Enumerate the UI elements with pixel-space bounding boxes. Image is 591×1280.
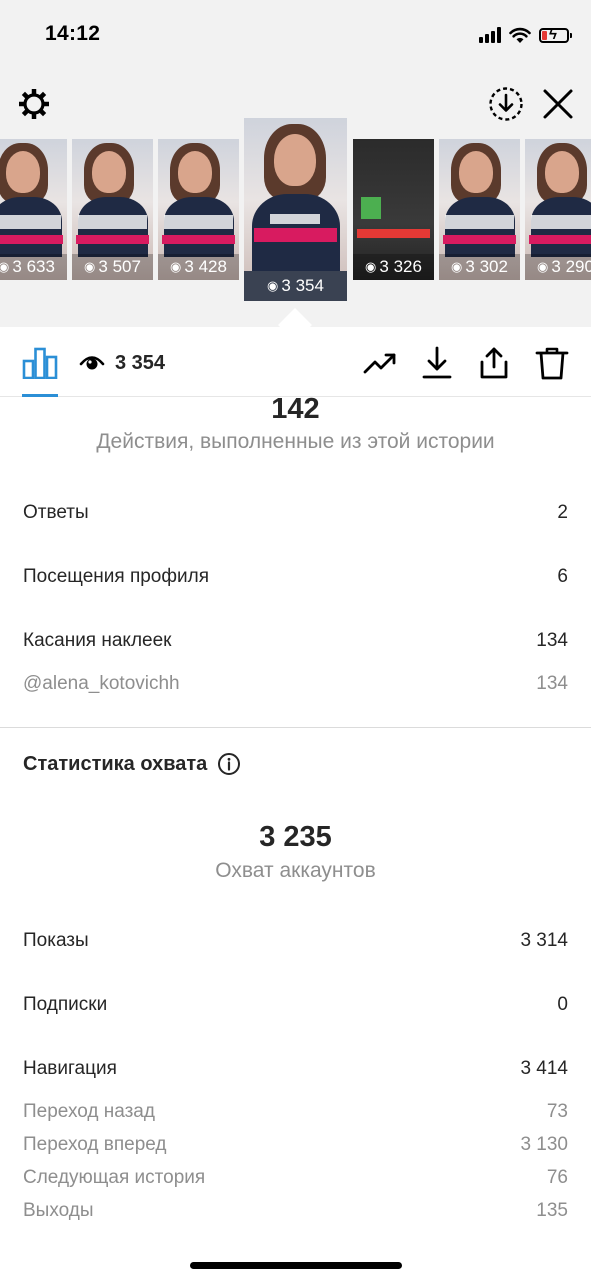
stat-label: Посещения профиля [23, 566, 209, 587]
stat-row-navigation: Навигация 3 414 [23, 1058, 568, 1080]
share-icon[interactable] [476, 345, 512, 381]
stat-label: Выходы [23, 1200, 94, 1221]
story-thumbnail-selected[interactable]: ◉ 3 354 [244, 118, 347, 301]
stat-row-back: Переход назад 73 [23, 1101, 568, 1123]
settings-gear-icon[interactable] [16, 86, 52, 122]
insights-chart-icon[interactable] [22, 347, 58, 379]
views-eye-icon [79, 356, 105, 370]
status-time: 14:12 [45, 22, 101, 45]
stat-label: Подписки [23, 994, 108, 1015]
interactions-label: Действия, выполненные из этой истории [96, 430, 495, 453]
stat-label: Касания наклеек [23, 630, 172, 651]
eye-icon: ◉ [0, 259, 10, 274]
status-icons: ϟ [479, 24, 572, 46]
story-thumbnail[interactable]: ◉ 3 428 [158, 139, 239, 280]
stat-value: 134 [536, 673, 568, 694]
stat-row-exits: Выходы 135 [23, 1200, 568, 1222]
reach-total: 3 235 [259, 821, 332, 853]
stat-value: 3 314 [520, 930, 568, 951]
stat-value: 3 130 [520, 1134, 568, 1155]
trending-icon[interactable] [362, 345, 398, 381]
save-download-circle-icon[interactable] [488, 86, 524, 122]
eye-icon: ◉ [267, 278, 279, 293]
reach-section-title: Статистика охвата [23, 752, 241, 776]
stat-label: Ответы [23, 502, 89, 523]
stat-value: 73 [546, 1101, 568, 1122]
stat-value: 135 [536, 1200, 568, 1221]
eye-icon: ◉ [365, 259, 377, 274]
story-thumbnail[interactable]: ◉ 3 633 [0, 139, 67, 280]
stat-value: 76 [546, 1167, 568, 1188]
stat-label: Переход вперед [23, 1134, 167, 1155]
stat-row-next-story: Следующая история 76 [23, 1167, 568, 1189]
stat-value: 0 [557, 994, 568, 1015]
stat-value: 6 [557, 566, 568, 587]
trash-icon[interactable] [534, 345, 570, 381]
stat-row-mention-sticker[interactable]: @alena_kotovichh 134 [23, 673, 568, 695]
download-icon[interactable] [419, 345, 455, 381]
story-thumbnail[interactable]: ◉ 3 507 [72, 139, 153, 280]
stat-label: @alena_kotovichh [23, 673, 180, 694]
stat-label: Переход назад [23, 1101, 155, 1122]
story-thumbnail[interactable]: ◉ 3 290 [525, 139, 591, 280]
eye-icon: ◉ [170, 259, 182, 274]
close-icon[interactable] [540, 86, 576, 122]
stat-value: 134 [536, 630, 568, 651]
home-indicator[interactable] [190, 1262, 402, 1269]
story-header: 14:12 ϟ ◉ 3 633 ◉ 3 507 ◉ 3 428 ◉ 3 354 … [0, 0, 591, 327]
stat-row-follows: Подписки 0 [23, 994, 568, 1016]
stat-label: Навигация [23, 1058, 117, 1079]
stat-label: Следующая история [23, 1167, 206, 1188]
insights-toolbar: 3 354 [0, 327, 591, 397]
story-thumbnail[interactable]: ◉ 3 302 [439, 139, 520, 280]
info-icon[interactable] [217, 752, 241, 776]
wifi-icon [509, 27, 531, 43]
eye-icon: ◉ [451, 259, 463, 274]
stat-row-replies: Ответы 2 [23, 502, 568, 524]
stat-row-forward: Переход вперед 3 130 [23, 1134, 568, 1156]
story-thumbnail-strip[interactable]: ◉ 3 633 ◉ 3 507 ◉ 3 428 ◉ 3 354 ◉ 3 326 ◉ 3 30… [0, 118, 591, 328]
interactions-total: 142 [271, 393, 320, 425]
stat-value: 2 [557, 502, 568, 523]
eye-icon: ◉ [84, 259, 96, 274]
eye-icon: ◉ [537, 259, 549, 274]
views-count: 3 354 [115, 352, 166, 374]
signal-icon [479, 27, 501, 43]
reach-label: Охват аккаунтов [215, 859, 376, 882]
battery-icon: ϟ [539, 26, 572, 43]
stat-label: Показы [23, 930, 89, 951]
section-divider [0, 727, 591, 728]
stat-row-profile-visits: Посещения профиля 6 [23, 566, 568, 588]
stat-row-impressions: Показы 3 314 [23, 930, 568, 952]
stat-row-sticker-taps: Касания наклеек 134 [23, 630, 568, 652]
story-thumbnail[interactable]: ◉ 3 326 [353, 139, 434, 280]
stat-value: 3 414 [520, 1058, 568, 1079]
